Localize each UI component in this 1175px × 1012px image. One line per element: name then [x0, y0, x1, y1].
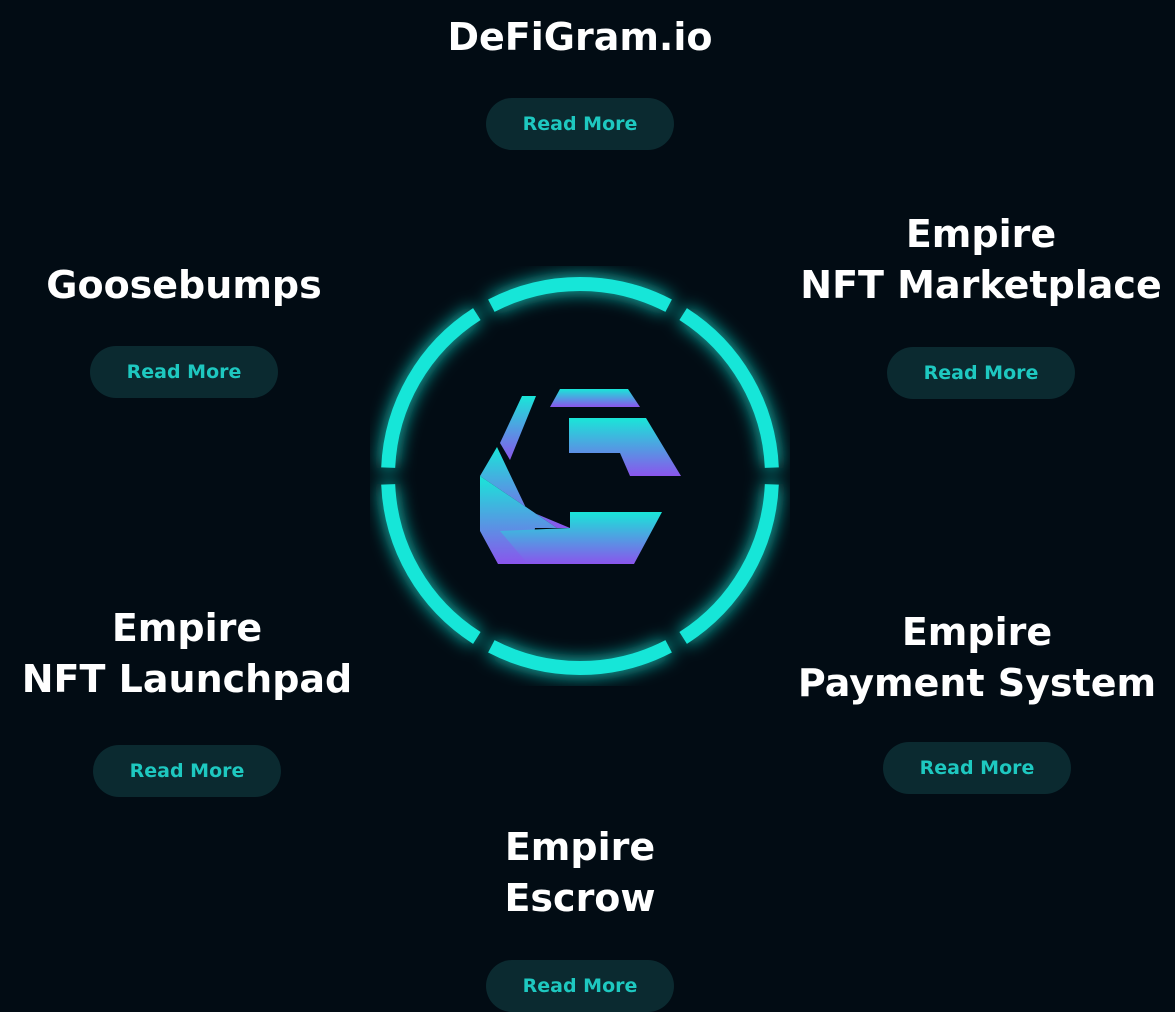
product-escrow: Empire Escrow Read More — [380, 822, 780, 1012]
product-title: Empire NFT Launchpad — [22, 603, 353, 705]
ring-segment — [679, 308, 779, 468]
product-title: Empire NFT Marketplace — [800, 209, 1161, 311]
hexagon-e-logo-icon — [480, 389, 681, 564]
ring-segment — [381, 308, 481, 468]
product-defigram: DeFiGram.io Read More — [380, 12, 780, 150]
product-nft-marketplace: Empire NFT Marketplace Read More — [781, 209, 1175, 399]
title-line: NFT Marketplace — [800, 263, 1162, 307]
title-line: Empire — [111, 606, 263, 650]
title-line: Escrow — [504, 876, 656, 920]
title-line: Goosebumps — [46, 263, 322, 307]
title-line: DeFiGram.io — [447, 15, 713, 59]
ring-svg — [381, 277, 779, 675]
read-more-button[interactable]: Read More — [486, 98, 674, 150]
title-line: NFT Launchpad — [21, 657, 353, 701]
product-title: DeFiGram.io — [447, 12, 712, 63]
title-line: Empire — [504, 825, 656, 869]
title-line: Payment System — [797, 661, 1157, 705]
product-goosebumps: Goosebumps Read More — [4, 260, 364, 398]
ring-segment — [488, 277, 672, 312]
ring-segment — [679, 484, 779, 644]
product-title: Empire Escrow — [504, 822, 655, 924]
product-title: Goosebumps — [46, 260, 321, 311]
title-line: Empire — [905, 212, 1057, 256]
read-more-button[interactable]: Read More — [883, 742, 1071, 794]
ring-segment — [381, 484, 481, 644]
product-title: Empire Payment System — [798, 607, 1156, 709]
product-nft-launchpad: Empire NFT Launchpad Read More — [0, 603, 387, 797]
center-ring — [370, 266, 790, 686]
read-more-button[interactable]: Read More — [486, 960, 674, 1012]
title-line: Empire — [901, 610, 1053, 654]
product-payment-system: Empire Payment System Read More — [777, 607, 1175, 794]
read-more-button[interactable]: Read More — [90, 346, 278, 398]
read-more-button[interactable]: Read More — [887, 347, 1075, 399]
ring-segment — [488, 640, 672, 675]
read-more-button[interactable]: Read More — [93, 745, 281, 797]
